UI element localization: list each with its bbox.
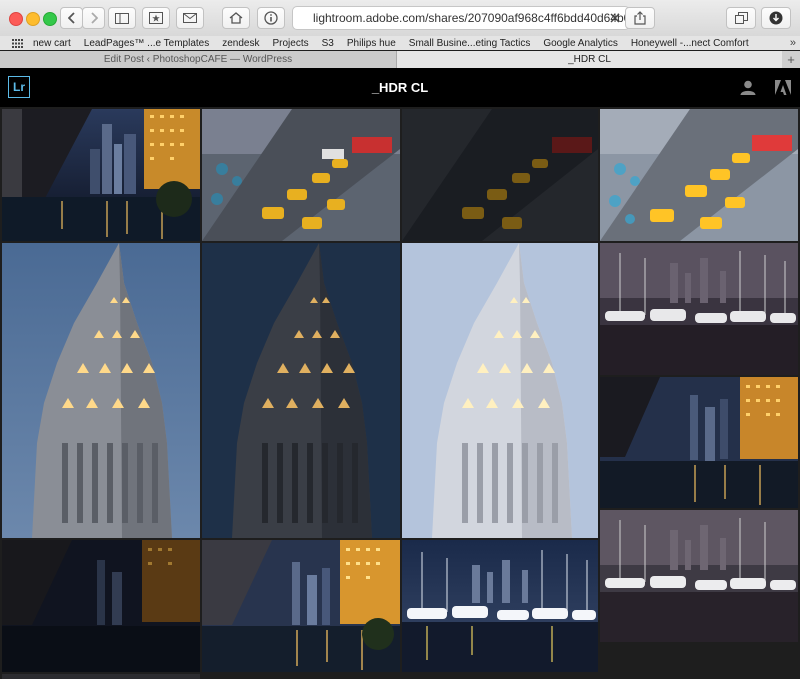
new-tab-button[interactable]: + — [782, 51, 800, 68]
lightroom-header: Lr _HDR CL — [0, 68, 800, 107]
share-icon — [634, 11, 646, 25]
photo-tilt-shift-taxis-bright[interactable] — [600, 109, 798, 241]
bookmarks-overflow-icon[interactable]: » — [790, 37, 796, 49]
album-title: _HDR CL — [371, 80, 429, 95]
bookmark-new-cart[interactable]: new cart — [33, 38, 71, 49]
url-host: lightroom.adobe.com — [313, 11, 426, 25]
close-window-button[interactable] — [9, 12, 23, 26]
mail-icon — [183, 13, 197, 23]
sidebar-button[interactable] — [108, 7, 136, 29]
forward-button[interactable] — [82, 7, 105, 29]
tabs-icon — [734, 12, 748, 24]
minimize-window-button[interactable] — [26, 12, 40, 26]
forward-icon — [90, 12, 98, 24]
share-star-icon — [149, 12, 163, 24]
photo-chrysler-building-bright[interactable] — [402, 243, 598, 538]
user-account-button[interactable] — [740, 80, 756, 100]
back-button[interactable] — [60, 7, 83, 29]
url-text: lightroom.adobe.com/shares/207090af968c4… — [313, 11, 630, 25]
photo-chicago-marina-bright[interactable] — [402, 540, 598, 672]
bookmark-honeywell[interactable]: Honeywell -...nect Comfort — [631, 38, 749, 49]
sidebar-icon — [115, 12, 129, 24]
bookmark-projects[interactable]: Projects — [273, 38, 309, 49]
bookmark-zendesk[interactable]: zendesk — [222, 38, 259, 49]
photo-chrysler-building[interactable] — [2, 243, 200, 538]
top-sites-button[interactable] — [142, 7, 170, 29]
clear-url-button[interactable] — [609, 11, 621, 29]
plus-icon: + — [787, 52, 795, 67]
back-icon — [67, 12, 75, 24]
downloads-button[interactable] — [761, 7, 791, 29]
photo-chicago-river-dark[interactable] — [2, 540, 200, 672]
info-button[interactable] — [257, 7, 285, 29]
apps-grid-icon — [12, 38, 23, 48]
tab-label: _HDR CL — [568, 54, 611, 65]
bookmark-small-business[interactable]: Small Busine...eting Tactics — [409, 38, 531, 49]
photo-tilt-shift-taxis-dark[interactable] — [402, 109, 598, 241]
user-icon — [740, 80, 756, 95]
browser-toolbar: lightroom.adobe.com/shares/207090af968c4… — [0, 0, 800, 37]
logo-text: Lr — [13, 80, 25, 94]
close-icon — [610, 13, 620, 23]
info-icon — [264, 11, 278, 25]
tab-wordpress[interactable]: Edit Post ‹ PhotoshopCAFE — WordPress — [0, 51, 397, 68]
bookmark-philips-hue[interactable]: Philips hue — [347, 38, 396, 49]
photo-chicago-river-night[interactable] — [2, 109, 200, 241]
url-path: /shares/207090af968c4ff6bdd40d64b0d — [425, 11, 630, 25]
tab-bar: Edit Post ‹ PhotoshopCAFE — WordPress _H… — [0, 51, 800, 69]
tab-label: Edit Post ‹ PhotoshopCAFE — WordPress — [103, 54, 293, 65]
home-button[interactable] — [222, 7, 250, 29]
photo-chicago-river-night-2[interactable] — [600, 377, 798, 508]
tab-hdr-cl[interactable]: _HDR CL — [397, 51, 782, 68]
adobe-logo-icon — [775, 80, 791, 95]
bookmark-google-analytics[interactable]: Google Analytics — [543, 38, 618, 49]
adobe-logo-button[interactable] — [775, 80, 791, 100]
lightroom-logo[interactable]: Lr — [8, 76, 30, 98]
photo-chrysler-building-dark[interactable] — [202, 243, 400, 538]
photo-chicago-river-night-3[interactable] — [202, 540, 400, 672]
apps-grid-button[interactable] — [12, 38, 23, 48]
show-all-tabs-button[interactable] — [726, 7, 756, 29]
zoom-window-button[interactable] — [43, 12, 57, 26]
photo-chicago-marina-2[interactable] — [600, 510, 798, 642]
photo-tilt-shift-taxis[interactable] — [202, 109, 400, 241]
address-bar[interactable]: lightroom.adobe.com/shares/207090af968c4… — [292, 6, 630, 30]
bookmark-s3[interactable]: S3 — [322, 38, 334, 49]
download-icon — [769, 11, 783, 25]
bookmark-leadpages[interactable]: LeadPages™ ...e Templates — [84, 38, 209, 49]
home-icon — [229, 12, 243, 24]
photo-chicago-marina[interactable] — [600, 243, 798, 375]
share-button[interactable] — [625, 7, 655, 29]
mail-button[interactable] — [176, 7, 204, 29]
bookmarks-bar: new cart LeadPages™ ...e Templates zende… — [0, 36, 800, 50]
photo-partial-next-row[interactable] — [2, 674, 200, 679]
